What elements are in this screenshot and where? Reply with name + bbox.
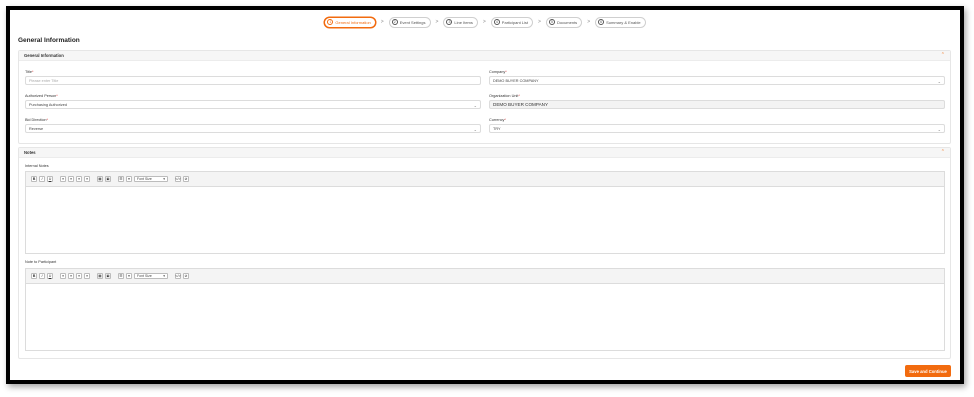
app-window: 1 General Information > 2 Event Settings…: [10, 10, 960, 380]
page-title: General Information: [18, 37, 80, 44]
bid-direction-select[interactable]: Reverse ⌄: [25, 124, 481, 133]
table-icon[interactable]: ▦: [97, 176, 103, 182]
step-label: General Information: [335, 19, 371, 25]
step-number: 3: [446, 19, 453, 25]
company-label: Company*: [489, 70, 507, 74]
bold-button[interactable]: B: [31, 273, 37, 279]
font-size-label: Font Size: [137, 274, 152, 278]
notes-card: Notes ⌃ Internal Notes B I U ≡ ≡ ≡ ≡ ▦ ▣…: [18, 147, 951, 359]
align-center-icon[interactable]: ≡: [68, 273, 74, 279]
align-justify-icon[interactable]: ≡: [84, 273, 90, 279]
font-size-select[interactable]: Font Size ▾: [134, 273, 168, 279]
step-number: 1: [327, 19, 334, 25]
chevron-right-icon: >: [380, 19, 384, 25]
currency-value: TRY: [493, 126, 501, 131]
editor-toolbar: B I U ≡ ≡ ≡ ≡ ▦ ▣ ☰ ▾ Font Size ▾ </> ⊘: [26, 172, 944, 187]
align-justify-icon[interactable]: ≡: [84, 176, 90, 182]
company-select[interactable]: DEMO BUYER COMPANY ⌄: [489, 76, 945, 85]
step-summary-enable[interactable]: 6 Summary & Enable: [595, 16, 646, 28]
chevron-down-icon: ⌄: [937, 78, 941, 84]
align-right-icon[interactable]: ≡: [76, 273, 82, 279]
underline-button[interactable]: U: [47, 273, 53, 279]
bold-button[interactable]: B: [31, 176, 37, 182]
code-view-icon[interactable]: </>: [175, 273, 181, 279]
note-to-participant-label: Note to Participant: [25, 260, 57, 264]
chevron-right-icon: >: [538, 19, 541, 25]
step-label: Event Settings: [399, 19, 426, 25]
align-left-icon[interactable]: ≡: [60, 273, 66, 279]
step-number: 5: [548, 19, 555, 25]
align-center-icon[interactable]: ≡: [68, 176, 74, 182]
code-view-icon[interactable]: </>: [175, 176, 181, 182]
image-icon[interactable]: ▣: [105, 176, 111, 182]
clear-format-icon[interactable]: ⊘: [183, 176, 189, 182]
step-label: Participant List: [501, 19, 529, 25]
chevron-down-icon: ⌄: [937, 126, 941, 132]
align-left-icon[interactable]: ≡: [60, 176, 66, 182]
organization-unit-label: Organization Unit*: [489, 94, 520, 98]
table-icon[interactable]: ▦: [97, 273, 103, 279]
step-label: Documents: [556, 19, 578, 25]
title-input[interactable]: Please enter Title: [25, 76, 481, 85]
authorized-person-label: Authorized Person*: [25, 94, 58, 98]
step-number: 6: [598, 19, 605, 25]
chevron-up-icon[interactable]: ⌃: [941, 150, 945, 155]
step-label: Line Items: [454, 19, 473, 25]
step-number: 4: [493, 19, 500, 25]
step-line-items[interactable]: 3 Line Items: [443, 16, 478, 28]
authorized-person-select[interactable]: Purchasing Authorized ⌄: [25, 100, 481, 109]
card-header[interactable]: General Information ⌃: [19, 51, 950, 61]
italic-button[interactable]: I: [39, 176, 45, 182]
chevron-down-icon[interactable]: ▾: [126, 176, 132, 182]
bid-direction-label: Bid Direction*: [25, 118, 49, 122]
card-header[interactable]: Notes ⌃: [19, 148, 950, 158]
chevron-down-icon: ▾: [163, 274, 165, 278]
note-to-participant-editor: B I U ≡ ≡ ≡ ≡ ▦ ▣ ☰ ▾ Font Size ▾ </> ⊘: [25, 268, 945, 351]
authorized-person-value: Purchasing Authorized: [29, 102, 67, 107]
editor-toolbar: B I U ≡ ≡ ≡ ≡ ▦ ▣ ☰ ▾ Font Size ▾ </> ⊘: [26, 269, 944, 284]
step-label: Summary & Enable: [606, 19, 641, 25]
internal-notes-editor: B I U ≡ ≡ ≡ ≡ ▦ ▣ ☰ ▾ Font Size ▾ </> ⊘: [25, 171, 945, 254]
align-right-icon[interactable]: ≡: [76, 176, 82, 182]
company-value: DEMO BUYER COMPANY: [493, 78, 539, 83]
chevron-down-icon: ▾: [163, 177, 165, 181]
chevron-right-icon: >: [435, 19, 439, 25]
italic-button[interactable]: I: [39, 273, 45, 279]
chevron-up-icon[interactable]: ⌃: [941, 53, 945, 58]
chevron-right-icon: >: [482, 19, 486, 25]
image-icon[interactable]: ▣: [105, 273, 111, 279]
chevron-down-icon[interactable]: ▾: [126, 273, 132, 279]
underline-button[interactable]: U: [47, 176, 53, 182]
font-size-label: Font Size: [137, 177, 152, 181]
step-participant-list[interactable]: 4 Participant List: [490, 16, 534, 28]
general-information-card: General Information ⌃ Title* Please ente…: [18, 50, 951, 144]
step-event-settings[interactable]: 2 Event Settings: [388, 16, 431, 28]
clear-format-icon[interactable]: ⊘: [183, 273, 189, 279]
internal-notes-label: Internal Notes: [25, 164, 49, 168]
step-general-information[interactable]: 1 General Information: [324, 16, 376, 28]
card-title: General Information: [24, 53, 64, 58]
chevron-right-icon: >: [587, 19, 591, 25]
currency-label: Currency*: [489, 118, 506, 122]
title-label: Title*: [25, 70, 34, 74]
card-title: Notes: [24, 150, 36, 155]
wizard-stepper: 1 General Information > 2 Event Settings…: [10, 15, 960, 29]
list-icon[interactable]: ☰: [118, 176, 124, 182]
save-and-continue-button[interactable]: Save and Continue: [905, 365, 951, 377]
step-number: 2: [391, 19, 398, 25]
chevron-down-icon: ⌄: [473, 102, 477, 108]
list-icon[interactable]: ☰: [118, 273, 124, 279]
internal-notes-textarea[interactable]: [26, 187, 944, 253]
bid-direction-value: Reverse: [29, 126, 44, 131]
step-documents[interactable]: 5 Documents: [545, 16, 583, 28]
note-to-participant-textarea[interactable]: [26, 284, 944, 350]
chevron-down-icon: ⌄: [473, 126, 477, 132]
organization-unit-field: DEMO BUYER COMPANY: [489, 100, 945, 109]
currency-select[interactable]: TRY ⌄: [489, 124, 945, 133]
font-size-select[interactable]: Font Size ▾: [134, 176, 168, 182]
